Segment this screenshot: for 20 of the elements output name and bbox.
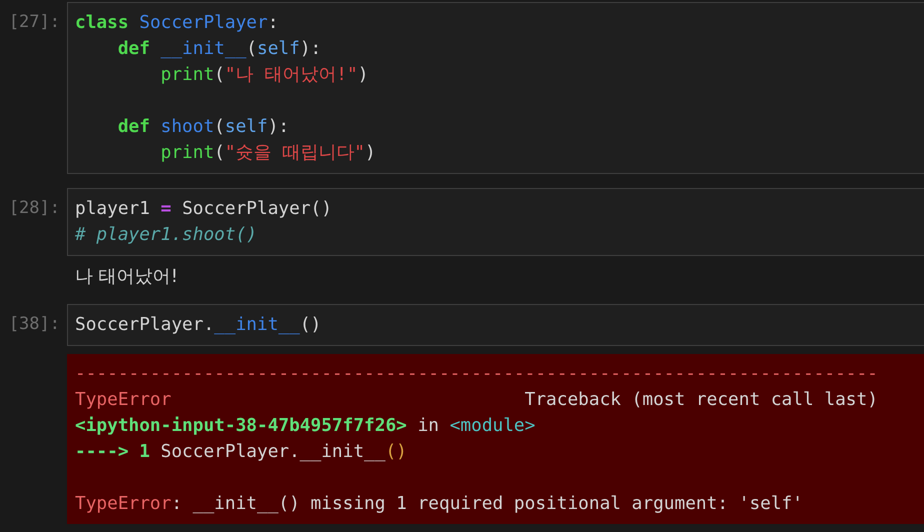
error-line: ---------------------------------------------------------------------------: [75, 362, 879, 386]
code-line: # player1.shoot(): [75, 223, 258, 247]
error-line: TypeError: __init__() missing 1 required positional argument: 'self': [75, 492, 804, 516]
code-line: print("슛을 때립니다"): [160, 141, 377, 165]
code-line: class SoccerPlayer:: [75, 11, 280, 35]
code-line: print("나 태어났어!"): [160, 63, 370, 87]
code-line: SoccerPlayer.__init__(): [75, 313, 322, 337]
cell-prompt: [27]:: [8, 11, 61, 34]
code-line: player1 = SoccerPlayer(): [75, 197, 333, 221]
error-line: TypeError Traceback (most recent call last): [75, 388, 879, 412]
error-line: ----> 1 SoccerPlayer.__init__(): [75, 440, 408, 464]
code-line: def shoot(self):: [116, 115, 290, 139]
output-text: 나 태어났어!: [74, 265, 178, 289]
cell-prompt: [38]:: [8, 313, 61, 336]
code-cell[interactable]: SoccerPlayer.__init__(): [67, 304, 924, 346]
code-cell[interactable]: player1 = SoccerPlayer() # player1.shoot(): [67, 188, 924, 256]
cell-prompt: [28]:: [8, 197, 61, 220]
code-cell[interactable]: class SoccerPlayer: def __init__(self): print("나 태어났어!") def shoot(self): print("슛을 때립니다"): [67, 2, 924, 174]
code-line: def __init__(self):: [116, 37, 322, 61]
error-line: <ipython-input-38-47b4957f7f26> in <module>: [75, 414, 536, 438]
